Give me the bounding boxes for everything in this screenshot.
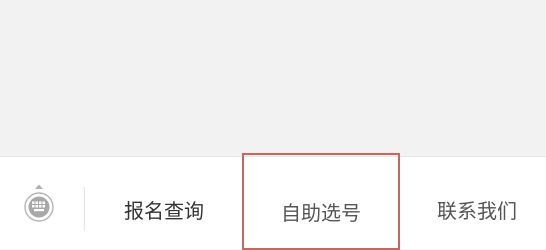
menu-item-label: 报名查询 — [124, 199, 204, 223]
menu-item-contact-us[interactable]: 联系我们 — [412, 157, 542, 250]
menu-item-self-select-number[interactable]: 自助选号 — [242, 153, 400, 250]
keyboard-toggle-icon[interactable] — [20, 183, 58, 231]
content-area — [0, 0, 546, 156]
menu-item-label: 联系我们 — [437, 199, 517, 223]
bottom-menu-bar: 报名查询 自助选号 联系我们 — [0, 153, 546, 250]
menu-item-registration-query[interactable]: 报名查询 — [96, 157, 232, 250]
menu-item-label: 自助选号 — [281, 201, 361, 225]
menu-divider — [84, 187, 85, 231]
